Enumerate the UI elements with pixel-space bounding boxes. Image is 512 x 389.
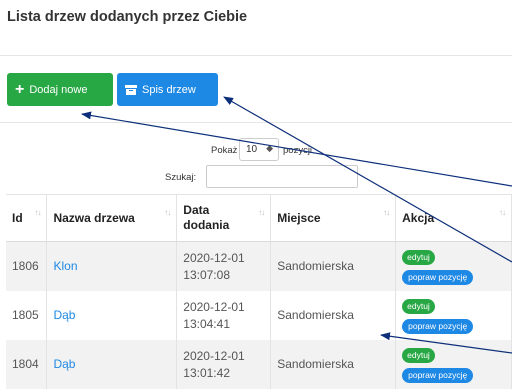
cell-id: 1804 — [6, 340, 48, 389]
date-value: 2020-12-01 — [183, 250, 245, 265]
fix-position-button[interactable]: popraw pozycję — [402, 368, 474, 383]
fix-position-button[interactable]: popraw pozycję — [402, 270, 474, 285]
cell-place: Sandomierska — [270, 291, 397, 340]
sort-icon: ↑↓ — [258, 208, 265, 217]
cell-date: 2020-12-01 13:01:42 — [176, 340, 272, 389]
header-action[interactable]: Akcja ↑↓ — [395, 194, 512, 242]
header-name[interactable]: Nazwa drzewa ↑↓ — [46, 194, 178, 242]
cell-name: Klon — [46, 241, 178, 291]
sort-icon: ↑↓ — [499, 208, 506, 217]
tree-name-link[interactable]: Dąb — [53, 308, 75, 322]
trees-table: Id ↑↓ Nazwa drzewa ↑↓ Data dodania ↑↓ Miejs… — [6, 194, 512, 389]
time-value: 13:04:41 — [183, 316, 230, 331]
cell-id: 1805 — [6, 291, 48, 340]
header-id-label: Id — [12, 210, 23, 225]
date-value: 2020-12-01 — [183, 299, 245, 314]
table-header-row: Id ↑↓ Nazwa drzewa ↑↓ Data dodania ↑↓ Miejs… — [6, 194, 512, 242]
header-place-label: Miejsce — [277, 210, 321, 225]
add-new-label: Dodaj nowe — [29, 83, 88, 96]
cell-place: Sandomierska — [270, 241, 397, 291]
time-value: 13:07:08 — [183, 267, 230, 282]
cell-id: 1806 — [6, 241, 48, 291]
cell-name: Dąb — [46, 340, 178, 389]
page-length-value: 10 — [246, 144, 258, 155]
cell-date: 2020-12-01 13:04:41 — [176, 291, 272, 340]
archive-box-icon — [125, 84, 137, 95]
table-row: 1804 Dąb 2020-12-01 13:01:42 Sandomierska… — [6, 340, 512, 389]
header-place[interactable]: Miejsce ↑↓ — [270, 194, 397, 242]
sort-icon: ↑↓ — [383, 208, 390, 217]
header-id[interactable]: Id ↑↓ — [6, 194, 48, 242]
title-divider — [0, 55, 512, 56]
header-date-label: Data dodania — [183, 203, 230, 232]
edit-button[interactable]: edytuj — [402, 250, 435, 265]
search-label: Szukaj: — [165, 172, 197, 183]
time-value: 13:01:42 — [183, 365, 230, 380]
tree-list-label: Spis drzew — [142, 83, 196, 96]
table-row: 1805 Dąb 2020-12-01 13:04:41 Sandomierska… — [6, 291, 512, 340]
page-title: Lista drzew dodanych przez Ciebie — [7, 9, 248, 25]
show-label: Pokaż — [211, 145, 238, 156]
header-name-label: Nazwa drzewa — [53, 210, 135, 225]
tree-name-link[interactable]: Klon — [53, 259, 77, 273]
table-row: 1806 Klon 2020-12-01 13:07:08 Sandomiersk… — [6, 241, 512, 291]
header-action-label: Akcja — [402, 210, 435, 225]
plus-icon: + — [15, 80, 25, 98]
cell-action: edytuj popraw pozycję — [395, 291, 512, 340]
search-input[interactable] — [206, 165, 358, 188]
section-divider — [0, 122, 512, 123]
cell-name: Dąb — [46, 291, 178, 340]
sort-icon: ↑↓ — [164, 208, 171, 217]
page-length-select[interactable]: 10 ◆ — [239, 138, 279, 161]
tree-name-link[interactable]: Dąb — [53, 357, 75, 371]
cell-action: edytuj popraw pozycję — [395, 340, 512, 389]
entries-label: pozycji — [283, 145, 313, 156]
edit-button[interactable]: edytuj — [402, 299, 435, 314]
cell-place: Sandomierska — [270, 340, 397, 389]
header-date[interactable]: Data dodania ↑↓ — [176, 194, 272, 242]
add-new-button[interactable]: + Dodaj nowe — [7, 73, 113, 106]
edit-button[interactable]: edytuj — [402, 348, 435, 363]
fix-position-button[interactable]: popraw pozycję — [402, 319, 474, 334]
cell-action: edytuj popraw pozycję — [395, 241, 512, 291]
cell-date: 2020-12-01 13:07:08 — [176, 241, 272, 291]
select-arrow-icon: ◆ — [266, 143, 273, 153]
tree-list-button[interactable]: Spis drzew — [117, 73, 218, 106]
sort-icon: ↑↓ — [34, 208, 41, 217]
date-value: 2020-12-01 — [183, 348, 245, 363]
